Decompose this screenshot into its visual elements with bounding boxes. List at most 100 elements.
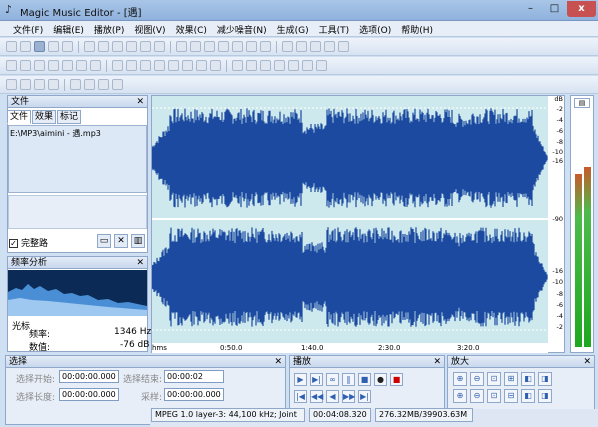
copy-icon[interactable]	[98, 41, 109, 52]
fade-in-icon[interactable]	[34, 60, 45, 71]
zoom-out-h-icon[interactable]: ⊖	[470, 372, 484, 386]
tab-effects[interactable]: 效果	[32, 110, 57, 124]
maximize-button[interactable]: □	[543, 1, 566, 17]
delete-icon[interactable]	[140, 41, 151, 52]
echo-icon[interactable]	[112, 60, 123, 71]
tempo-icon[interactable]	[196, 60, 207, 71]
menu-edit[interactable]: 编辑(E)	[48, 21, 89, 36]
close-icon[interactable]: ✕	[136, 257, 144, 269]
zoom-sel-icon[interactable]	[260, 41, 271, 52]
zoom-fit-icon[interactable]: ⊡	[487, 389, 501, 403]
eq-icon[interactable]	[210, 60, 221, 71]
selection-end-field[interactable]: 00:00:02	[164, 370, 224, 383]
zoom-in-icon[interactable]	[218, 41, 229, 52]
filter-icon[interactable]	[232, 60, 243, 71]
selection-length-field[interactable]: 00:00:00.000	[59, 388, 119, 401]
tab-files[interactable]: 文件	[7, 110, 32, 124]
tag-icon[interactable]	[70, 79, 81, 90]
flanger-icon[interactable]	[168, 60, 179, 71]
tab-markers[interactable]: 标记	[57, 110, 82, 124]
options-icon[interactable]	[324, 41, 335, 52]
cursor-icon[interactable]	[112, 79, 123, 90]
zoom-end-icon[interactable]: ◨	[538, 389, 552, 403]
settings-icon[interactable]	[98, 79, 109, 90]
cut-icon[interactable]	[84, 41, 95, 52]
record-dot-icon[interactable]: ●	[374, 373, 387, 386]
menu-noise[interactable]: 减少噪音(N)	[212, 21, 272, 36]
record-tool-icon[interactable]	[48, 79, 59, 90]
new-file-icon[interactable]	[6, 41, 17, 52]
menu-effects[interactable]: 效果(C)	[171, 21, 212, 36]
forward-icon[interactable]: ▶▶	[342, 390, 355, 403]
zoom-in-h-icon[interactable]: ⊕	[453, 372, 467, 386]
invert-icon[interactable]	[76, 60, 87, 71]
close-icon[interactable]: ✕	[433, 356, 441, 368]
region-icon[interactable]	[296, 41, 307, 52]
file-list-item[interactable]: E:\MP3\aimini - 遇.mp3	[10, 128, 101, 139]
stereo-icon[interactable]	[288, 60, 299, 71]
close-button[interactable]: x	[567, 1, 596, 17]
mix-icon[interactable]	[126, 41, 137, 52]
zoom-selection-icon[interactable]: ⊞	[504, 372, 518, 386]
save-icon[interactable]	[48, 41, 59, 52]
vocal-icon[interactable]	[260, 60, 271, 71]
clear-icon[interactable]: ▥	[131, 234, 145, 248]
zoom-out-v-icon[interactable]: ⊖	[470, 389, 484, 403]
redo-icon[interactable]	[190, 41, 201, 52]
zoom-prev-icon[interactable]: ⊟	[504, 389, 518, 403]
pause-icon[interactable]: ‖	[342, 373, 355, 386]
play-to-end-icon[interactable]: ▶|	[310, 373, 323, 386]
full-path-checkbox[interactable]: ✓ 完整路	[9, 236, 48, 249]
marker-icon[interactable]	[282, 41, 293, 52]
dtmf-icon[interactable]	[316, 60, 327, 71]
loop-icon[interactable]: ∞	[326, 373, 339, 386]
info-icon[interactable]	[84, 79, 95, 90]
rewind-icon[interactable]: ◀◀	[310, 390, 323, 403]
zoom-left-icon[interactable]: ◧	[521, 372, 535, 386]
waveform-display[interactable]	[152, 96, 548, 343]
pitch-icon[interactable]	[182, 60, 193, 71]
zoom-begin-icon[interactable]: ◧	[521, 389, 535, 403]
meter-menu-icon[interactable]: ▤	[574, 98, 590, 108]
menu-view[interactable]: 视图(V)	[129, 21, 170, 36]
close-icon[interactable]: ✕	[136, 96, 144, 108]
menu-tools[interactable]: 工具(T)	[314, 21, 355, 36]
selection-sample-field[interactable]: 00:00:00.000	[164, 388, 224, 401]
amplify-icon[interactable]	[6, 60, 17, 71]
fade-out-icon[interactable]	[48, 60, 59, 71]
zoom-full-icon[interactable]: ⊡	[487, 372, 501, 386]
zoom-all-icon[interactable]	[246, 41, 257, 52]
dc-offset-icon[interactable]	[274, 60, 285, 71]
folder-icon[interactable]: ▭	[97, 234, 111, 248]
go-start-icon[interactable]: |◀	[294, 390, 307, 403]
open-file-icon[interactable]	[20, 41, 31, 52]
record-icon[interactable]: ■	[390, 373, 403, 386]
paste-icon[interactable]	[112, 41, 123, 52]
stop-icon[interactable]: ■	[358, 373, 371, 386]
silence-icon[interactable]	[90, 60, 101, 71]
zoom-in-v-icon[interactable]: ⊕	[453, 389, 467, 403]
minimize-button[interactable]: –	[519, 1, 542, 17]
zoom-out-icon[interactable]	[232, 41, 243, 52]
reverse-icon[interactable]	[62, 60, 73, 71]
help-icon[interactable]	[338, 41, 349, 52]
delay-icon[interactable]	[126, 60, 137, 71]
trim-icon[interactable]	[154, 41, 165, 52]
chorus-icon[interactable]	[154, 60, 165, 71]
menu-generate[interactable]: 生成(G)	[272, 21, 314, 36]
properties-icon[interactable]	[310, 41, 321, 52]
normalize-icon[interactable]	[20, 60, 31, 71]
menu-help[interactable]: 帮助(H)	[396, 21, 438, 36]
play-icon[interactable]: ▶	[294, 373, 307, 386]
zoom-right-icon[interactable]: ◨	[538, 372, 552, 386]
open-cd-icon[interactable]	[34, 41, 45, 52]
remove-icon[interactable]: ✕	[114, 234, 128, 248]
convert-icon[interactable]	[20, 79, 31, 90]
cd-burn-icon[interactable]	[6, 79, 17, 90]
undo-icon[interactable]	[176, 41, 187, 52]
menu-play[interactable]: 播放(P)	[89, 21, 129, 36]
close-icon[interactable]: ✕	[274, 356, 282, 368]
close-icon[interactable]: ✕	[583, 356, 591, 368]
noise-icon[interactable]	[246, 60, 257, 71]
back-icon[interactable]: ◀	[326, 390, 339, 403]
